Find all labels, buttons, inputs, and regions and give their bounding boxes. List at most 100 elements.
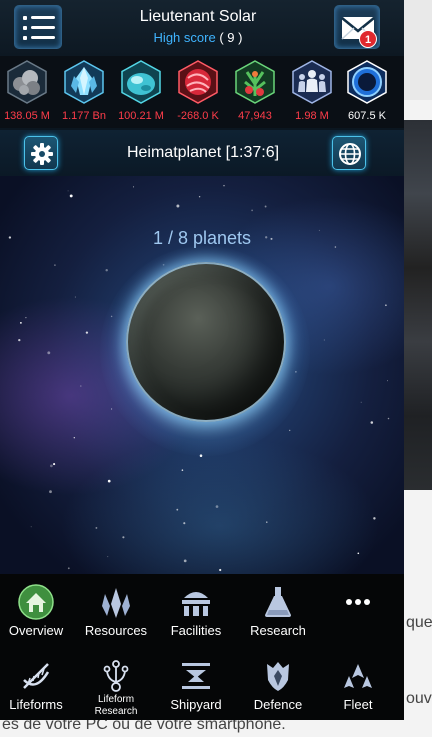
game-window: Lieutenant Solar High score ( 9 ) 1 138.… xyxy=(0,0,404,720)
star xyxy=(198,195,201,198)
star xyxy=(219,568,222,572)
nav-shipyard[interactable]: Shipyard xyxy=(156,652,236,720)
star xyxy=(50,464,53,468)
star xyxy=(54,264,56,266)
menu-button[interactable] xyxy=(14,5,62,49)
dark-matter-icon xyxy=(347,60,387,104)
star xyxy=(107,479,111,483)
resource-energy[interactable]: -268.0 K xyxy=(171,60,225,126)
planet-image[interactable] xyxy=(126,262,286,422)
star xyxy=(73,437,75,439)
star xyxy=(223,184,225,187)
resource-dark-matter-value: 607.5 K xyxy=(348,110,386,122)
crystals-icon xyxy=(102,588,130,618)
energy-icon xyxy=(178,60,218,104)
star xyxy=(80,385,82,387)
star xyxy=(289,429,291,432)
resource-food[interactable]: 47,943 xyxy=(228,60,282,126)
nav-research[interactable]: Research xyxy=(238,578,318,648)
star xyxy=(251,209,253,212)
population-icon xyxy=(292,60,332,104)
resource-population[interactable]: 1.98 M xyxy=(285,60,339,126)
nav-research-label: Research xyxy=(250,623,306,638)
star xyxy=(30,526,32,528)
star xyxy=(266,521,268,523)
star xyxy=(107,556,109,558)
nav-overview[interactable]: Overview xyxy=(0,578,76,648)
nav-fleet[interactable]: Fleet xyxy=(318,652,398,720)
metal-icon xyxy=(7,60,47,104)
high-score[interactable]: High score ( 9 ) xyxy=(100,30,296,45)
dna-icon xyxy=(23,663,50,689)
gear-icon xyxy=(31,143,53,165)
star xyxy=(133,186,135,188)
header: Lieutenant Solar High score ( 9 ) 1 xyxy=(0,0,404,56)
deuterium-icon xyxy=(121,60,161,104)
star xyxy=(49,490,52,494)
food-icon xyxy=(235,60,275,104)
planet-view: 1 / 8 planets xyxy=(0,176,404,574)
star xyxy=(105,268,108,272)
background-text-2: ouv xyxy=(406,690,432,707)
planet-name[interactable]: Heimatplanet [1:37:6] xyxy=(80,144,326,162)
home-icon xyxy=(18,584,54,620)
nav-defence-label: Defence xyxy=(253,697,303,712)
resource-metal[interactable]: 138.05 M xyxy=(0,60,54,126)
star xyxy=(67,567,70,570)
background-text-1: que d xyxy=(406,614,432,631)
bottom-navigation: Overview Resources Facilities Research L… xyxy=(0,574,404,720)
resource-dark-matter[interactable]: 607.5 K xyxy=(340,60,394,126)
nav-resources[interactable]: Resources xyxy=(76,578,156,648)
crystal-icon xyxy=(64,60,104,104)
star xyxy=(357,552,360,555)
nav-more[interactable] xyxy=(318,578,398,648)
star xyxy=(373,517,376,520)
nav-lifeform-research[interactable]: Lifeform Research xyxy=(76,652,156,720)
star xyxy=(25,316,27,319)
planet-selector-bar: Heimatplanet [1:37:6] xyxy=(0,130,404,176)
star xyxy=(74,296,76,298)
galaxy-button[interactable] xyxy=(332,136,366,170)
star xyxy=(323,339,325,341)
resource-crystal[interactable]: 1.177 Bn xyxy=(57,60,111,126)
player-name: Lieutenant Solar xyxy=(139,8,257,25)
star xyxy=(111,408,113,410)
nav-overview-label: Overview xyxy=(8,623,64,638)
star xyxy=(18,338,21,342)
star xyxy=(183,559,187,563)
star xyxy=(387,417,390,420)
flask-icon xyxy=(265,587,291,617)
globe-icon xyxy=(339,143,361,165)
star xyxy=(67,190,69,192)
nav-shipyard-label: Shipyard xyxy=(170,697,222,712)
nav-lifeforms[interactable]: Lifeforms xyxy=(0,652,76,720)
star xyxy=(385,304,387,307)
star xyxy=(95,526,98,529)
fleet-icon xyxy=(344,664,372,688)
menu-list-icon xyxy=(23,16,55,40)
resource-deuterium[interactable]: 100.21 M xyxy=(114,60,168,126)
nav-defence[interactable]: Defence xyxy=(238,652,318,720)
shield-icon xyxy=(267,662,289,691)
screen: que d ouv es de votre PC ou de votre sma… xyxy=(0,0,432,737)
nav-resources-label: Resources xyxy=(84,623,148,638)
lifeform-research-icon xyxy=(103,660,129,692)
star xyxy=(181,469,184,471)
high-score-value: ( 9 ) xyxy=(219,30,243,45)
more-icon xyxy=(346,599,370,605)
settings-button[interactable] xyxy=(24,136,58,170)
resource-bar: 138.05 M 1.177 Bn 100.21 M -268.0 K 47,9… xyxy=(0,56,404,128)
star xyxy=(387,380,389,382)
star xyxy=(85,331,89,334)
star xyxy=(176,508,179,511)
background-strip xyxy=(404,0,432,100)
star xyxy=(370,421,374,424)
star xyxy=(69,194,73,198)
star xyxy=(183,522,186,525)
shipyard-icon xyxy=(182,663,210,689)
facility-icon xyxy=(182,592,210,616)
high-score-label: High score xyxy=(153,30,216,45)
nav-facilities[interactable]: Facilities xyxy=(156,578,236,648)
nav-fleet-label: Fleet xyxy=(343,697,373,712)
nav-lifeforms-label: Lifeforms xyxy=(9,697,63,712)
